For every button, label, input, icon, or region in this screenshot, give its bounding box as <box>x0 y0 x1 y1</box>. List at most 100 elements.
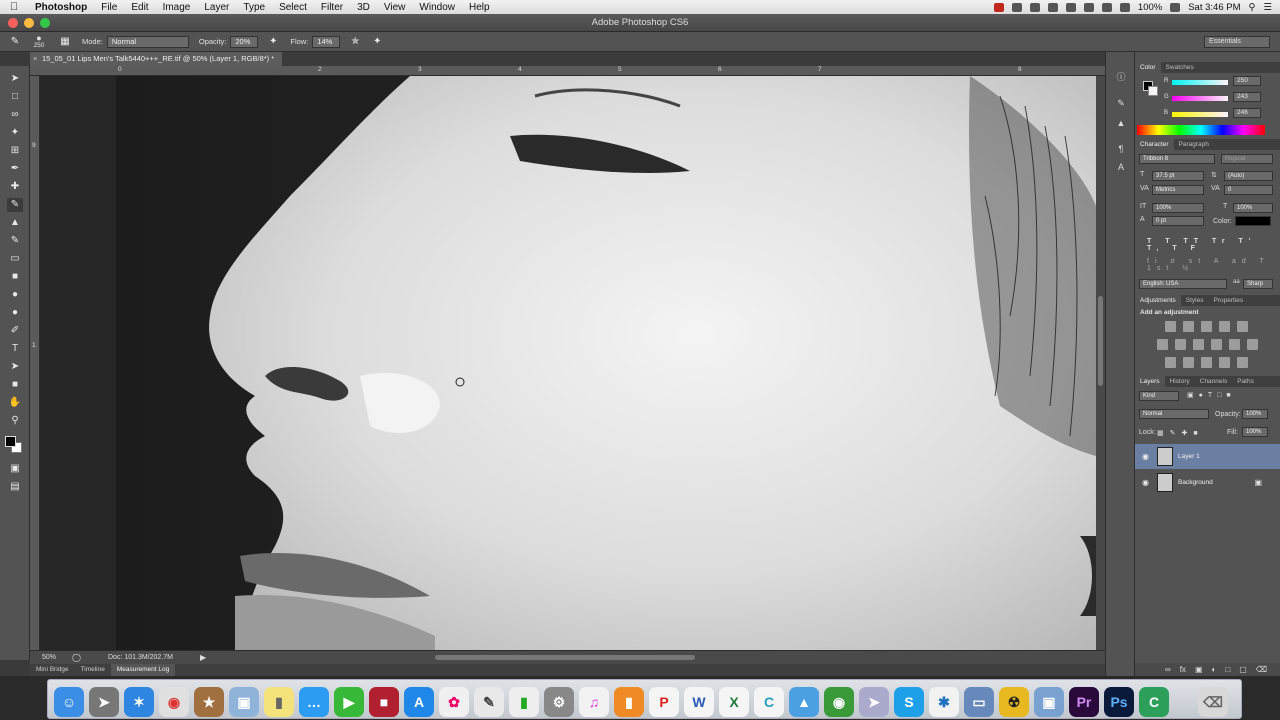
status-menu-arrow-icon[interactable]: ▶ <box>200 653 206 662</box>
menu-select[interactable]: Select <box>272 2 314 13</box>
volume-tray-icon[interactable] <box>1101 2 1112 12</box>
tab-history[interactable]: History <box>1165 376 1195 387</box>
history-brush-tool-icon[interactable]: ✎ <box>7 234 23 248</box>
tab-paragraph[interactable]: Paragraph <box>1174 139 1214 150</box>
zoom-level[interactable]: 50% <box>42 654 56 661</box>
dropbox-tray-icon[interactable] <box>1029 2 1040 12</box>
delete-layer-icon[interactable]: ⌫ <box>1256 665 1267 674</box>
brush-tool-preset-icon[interactable]: ✎ <box>8 35 22 49</box>
tab-swatches[interactable]: Swatches <box>1161 62 1199 73</box>
font-size-field[interactable]: 37.5 pt <box>1152 171 1204 181</box>
paragraph-icon[interactable]: ¶ <box>1114 142 1128 156</box>
ibooks-icon[interactable]: ▮ <box>614 687 644 717</box>
layer-style-icon[interactable]: fx <box>1180 665 1186 674</box>
curves-icon[interactable] <box>1201 321 1212 332</box>
facetime-icon[interactable]: ▶ <box>334 687 364 717</box>
menu-type[interactable]: Type <box>236 2 272 13</box>
size-pressure-icon[interactable]: ✦ <box>370 35 384 49</box>
opacity-field[interactable]: 20% <box>230 35 259 48</box>
pages-icon[interactable]: P <box>649 687 679 717</box>
blend-mode-select[interactable]: Normal <box>1139 409 1209 419</box>
add-mask-icon[interactable]: ▣ <box>1195 665 1203 674</box>
tab-styles[interactable]: Styles <box>1181 295 1209 306</box>
itunes-icon[interactable]: ♫ <box>579 687 609 717</box>
horizontal-scale-field[interactable]: 100% <box>1233 203 1273 213</box>
posterize-icon[interactable] <box>1183 357 1194 368</box>
quick-select-tool-icon[interactable]: ✦ <box>7 126 23 140</box>
export-icon[interactable]: ◯ <box>72 653 81 662</box>
layer-filter-kind[interactable]: Kind <box>1139 391 1179 401</box>
visibility-eye-icon[interactable]: ◉ <box>1142 452 1149 461</box>
system-preferences-icon[interactable]: ⚙ <box>544 687 574 717</box>
tracking-field[interactable]: 0 <box>1224 185 1273 195</box>
eraser-tool-icon[interactable]: ▭ <box>7 252 23 266</box>
font-style-field[interactable]: Regular <box>1221 154 1273 164</box>
spotlight-icon[interactable]: ⚲ <box>1249 2 1256 13</box>
exposure-icon[interactable] <box>1219 321 1230 332</box>
visibility-eye-icon[interactable]: ◉ <box>1142 478 1149 487</box>
layer-name[interactable]: Background <box>1178 479 1213 486</box>
new-layer-icon[interactable]: ▢ <box>1239 665 1247 674</box>
path-selection-tool-icon[interactable]: ➤ <box>7 360 23 374</box>
channel-mixer-icon[interactable] <box>1229 339 1240 350</box>
apple-icon[interactable]:  <box>0 1 28 13</box>
vertical-scrollbar-thumb[interactable] <box>1098 296 1103 386</box>
stickies-icon[interactable]: ▮ <box>264 687 294 717</box>
notification-center-icon[interactable]: ☰ <box>1263 2 1272 13</box>
wifi-tray-icon[interactable] <box>1083 2 1094 12</box>
migration-icon[interactable]: ➤ <box>859 687 889 717</box>
menu-app-name[interactable]: Photoshop <box>28 2 94 13</box>
healing-brush-tool-icon[interactable]: ✚ <box>7 180 23 194</box>
document-canvas[interactable] <box>40 76 1096 650</box>
layer-opacity-field[interactable]: 100% <box>1242 409 1268 419</box>
brush-panel-toggle-icon[interactable]: ▦ <box>58 35 72 49</box>
eyedropper-tool-icon[interactable]: ✒ <box>7 162 23 176</box>
menu-3d[interactable]: 3D <box>350 2 377 13</box>
nuke-icon[interactable]: ☢ <box>999 687 1029 717</box>
close-tab-icon[interactable]: × <box>33 52 37 66</box>
selective-color-icon[interactable] <box>1219 357 1230 368</box>
hand-tool-icon[interactable]: ✋ <box>7 396 23 410</box>
character-icon[interactable]: A <box>1114 160 1128 174</box>
app-store-icon[interactable]: A <box>404 687 434 717</box>
airbrush-icon[interactable]: ✯ <box>348 35 362 49</box>
new-group-icon[interactable]: □ <box>1225 665 1230 674</box>
brightness-contrast-icon[interactable] <box>1165 321 1176 332</box>
blue-value[interactable]: 246 <box>1233 108 1261 118</box>
flag-tray-icon[interactable] <box>1119 2 1130 12</box>
green-value[interactable]: 243 <box>1233 92 1261 102</box>
dodge-tool-icon[interactable]: ● <box>7 306 23 320</box>
clone-stamp-tool-icon[interactable]: ▲ <box>7 216 23 230</box>
brush-tool-icon[interactable]: ✎ <box>7 198 23 212</box>
quick-mask-icon[interactable]: ▣ <box>7 462 23 476</box>
color-lookup-icon[interactable] <box>1247 339 1258 350</box>
tab-mini-bridge[interactable]: Mini Bridge <box>30 664 75 676</box>
finder-icon[interactable]: ☺ <box>54 687 84 717</box>
photo-filter-icon[interactable] <box>1211 339 1222 350</box>
bluetooth-icon[interactable]: ✱ <box>929 687 959 717</box>
tab-properties[interactable]: Properties <box>1208 295 1248 306</box>
invert-icon[interactable] <box>1165 357 1176 368</box>
layer-row-background[interactable]: ◉ Background ▣ <box>1135 470 1280 495</box>
hue-saturation-icon[interactable] <box>1157 339 1168 350</box>
globe-icon[interactable]: ◉ <box>824 687 854 717</box>
menu-image[interactable]: Image <box>156 2 198 13</box>
wallet-icon[interactable]: ▭ <box>964 687 994 717</box>
rectangle-tool-icon[interactable]: ■ <box>7 378 23 392</box>
camtasia-icon[interactable]: C <box>754 687 784 717</box>
launchpad-icon[interactable]: ➤ <box>89 687 119 717</box>
recorder-tray-icon[interactable] <box>993 2 1004 12</box>
foreground-color-swatch[interactable] <box>5 436 16 447</box>
horizontal-ruler[interactable]: 0 2 3 4 5 6 7 8 <box>30 66 1105 76</box>
menu-window[interactable]: Window <box>412 2 462 13</box>
blue-slider[interactable]: B 246 <box>1135 107 1280 121</box>
info-icon[interactable]: ⓘ <box>1114 70 1128 84</box>
brush-size-picker[interactable]: ● 250 <box>28 33 50 50</box>
screen-mode-icon[interactable]: ▤ <box>7 480 23 494</box>
zoom-tool-icon[interactable]: ⚲ <box>7 414 23 428</box>
menu-file[interactable]: File <box>94 2 124 13</box>
bluetooth-tray-icon[interactable] <box>1065 2 1076 12</box>
language-select[interactable]: English: USA <box>1139 279 1227 289</box>
battery-percent[interactable]: 100% <box>1138 2 1162 13</box>
brush-presets-icon[interactable]: ✎ <box>1114 96 1128 110</box>
